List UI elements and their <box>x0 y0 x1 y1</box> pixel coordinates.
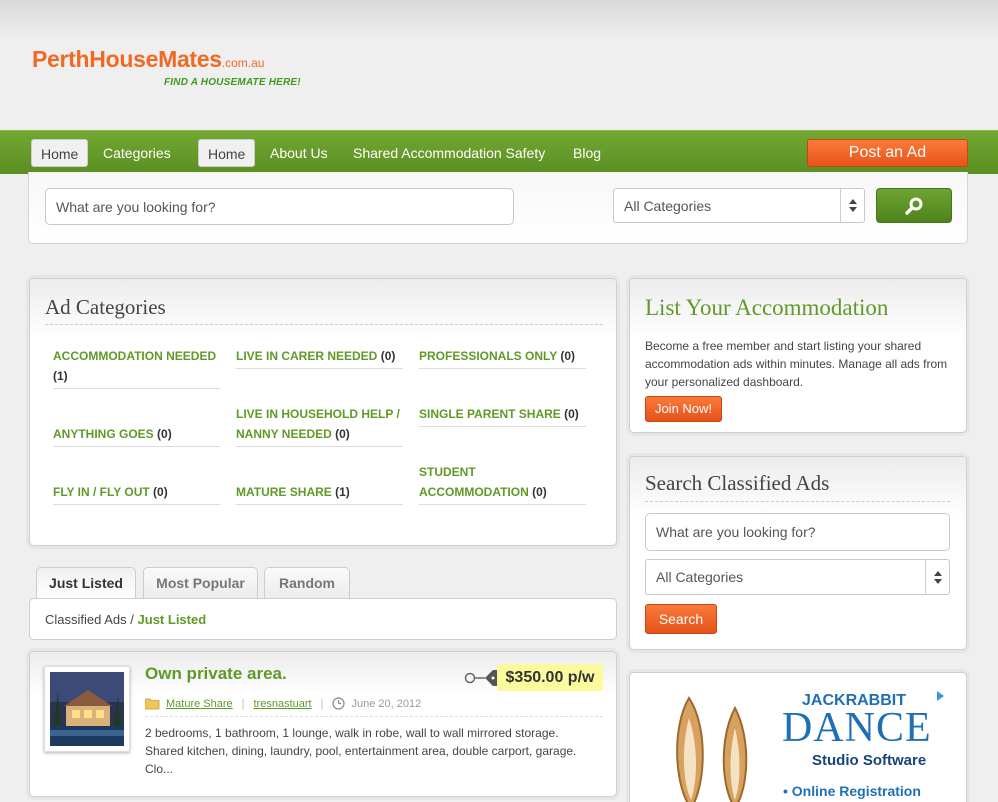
select-arrows-icon <box>925 560 949 594</box>
category-anything-goes[interactable]: ANYTHING GOES (0) <box>53 424 220 447</box>
ad-categories-panel: Ad Categories ACCOMMODATION NEEDED (1) L… <box>29 278 617 546</box>
category-mature-share[interactable]: MATURE SHARE (1) <box>236 482 403 505</box>
category-accommodation-needed[interactable]: ACCOMMODATION NEEDED (1) <box>53 346 220 389</box>
rabbit-ears-image <box>676 696 748 802</box>
price-tag-icon <box>464 670 497 686</box>
sidebar-search-input[interactable]: What are you looking for? <box>645 513 950 551</box>
search-button[interactable] <box>876 188 952 223</box>
breadcrumb-current: Just Listed <box>137 612 207 627</box>
search-classified-title: Search Classified Ads <box>645 471 830 495</box>
sidebar-search-button[interactable]: Search <box>645 604 717 634</box>
category-fly-in-fly-out[interactable]: FLY IN / FLY OUT (0) <box>53 482 220 505</box>
listing-meta: Mature Share | tresnastuart | June 20, 2… <box>145 697 421 710</box>
category-select[interactable]: All Categories <box>613 188 865 223</box>
breadcrumb: Classified Ads / Just Listed <box>29 598 617 640</box>
tab-random[interactable]: Random <box>264 567 350 598</box>
ad-categories-title: Ad Categories <box>45 295 166 319</box>
post-ad-button[interactable]: Post an Ad <box>807 139 968 167</box>
join-now-button[interactable]: Join Now! <box>645 396 722 422</box>
listing-card: Own private area. $350.00 p/w Mature Sha… <box>29 651 617 797</box>
listing-price: $350.00 p/w <box>497 664 603 691</box>
nav-about-us[interactable]: About Us <box>261 139 337 167</box>
list-accommodation-title: List Your Accommodation <box>645 295 889 320</box>
tab-most-popular[interactable]: Most Popular <box>143 567 258 598</box>
listing-date: June 20, 2012 <box>351 697 422 710</box>
top-search-bar: What are you looking for? All Categories <box>28 172 968 244</box>
main-nav: Home Categories Home About Us Shared Acc… <box>0 130 998 174</box>
ad-headline: DANCE <box>782 705 932 751</box>
listing-excerpt: 2 bedrooms, 1 bathroom, 1 lounge, walk i… <box>145 726 577 776</box>
list-accommodation-panel: List Your Accommodation Become a free me… <box>629 278 967 433</box>
category-professionals-only[interactable]: PROFESSIONALS ONLY (0) <box>419 346 586 369</box>
category-select-value: All Categories <box>624 197 712 214</box>
listing-thumbnail[interactable] <box>44 666 130 752</box>
nav-home[interactable]: Home <box>31 139 89 167</box>
search-icon <box>905 197 923 215</box>
ad-subtitle: Studio Software <box>812 752 927 769</box>
sidebar-category-value: All Categories <box>656 569 744 585</box>
logo-tld: .com.au <box>221 56 265 70</box>
breadcrumb-separator: / <box>130 612 134 627</box>
nav-home-2[interactable]: Home <box>198 139 256 167</box>
select-arrows-icon <box>840 189 864 222</box>
category-single-parent[interactable]: SINGLE PARENT SHARE (0) <box>419 404 586 427</box>
house-photo <box>50 672 124 746</box>
list-accommodation-text: Become a free member and start listing y… <box>645 339 948 389</box>
breadcrumb-root[interactable]: Classified Ads <box>45 612 127 627</box>
listing-author-link[interactable]: tresnastuart <box>254 698 312 710</box>
nav-blog[interactable]: Blog <box>564 139 610 167</box>
listing-category-link[interactable]: Mature Share <box>166 698 233 710</box>
nav-safety[interactable]: Shared Accommodation Safety <box>344 139 554 167</box>
ad-bullet: • Online Registration <box>783 783 921 799</box>
folder-icon <box>145 698 160 709</box>
category-student-accommodation[interactable]: STUDENT ACCOMMODATION (0) <box>419 462 586 505</box>
tab-just-listed[interactable]: Just Listed <box>36 567 136 599</box>
ad-banner[interactable]: JACKRABBIT DANCE Studio Software • Onlin… <box>645 688 945 802</box>
search-input[interactable]: What are you looking for? <box>45 188 514 225</box>
logo-tagline: FIND A HOUSEMATE HERE! <box>164 77 301 88</box>
category-live-in-carer[interactable]: LIVE IN CARER NEEDED (0) <box>236 346 403 369</box>
search-classified-panel: Search Classified Ads What are you looki… <box>629 456 967 650</box>
category-household-help[interactable]: LIVE IN HOUSEHOLD HELP / NANNY NEEDED (0… <box>236 404 403 447</box>
divider <box>45 324 603 325</box>
site-logo[interactable]: PerthHouseMates.com.au FIND A HOUSEMATE … <box>32 46 301 88</box>
listing-title[interactable]: Own private area. <box>145 664 287 684</box>
adchoices-icon[interactable] <box>937 691 944 701</box>
logo-main: PerthHouseMates <box>32 46 222 72</box>
clock-icon <box>332 697 346 710</box>
ad-panel: JACKRABBIT DANCE Studio Software • Onlin… <box>629 672 967 802</box>
sidebar-category-select[interactable]: All Categories <box>645 559 950 595</box>
nav-categories[interactable]: Categories <box>94 139 180 167</box>
